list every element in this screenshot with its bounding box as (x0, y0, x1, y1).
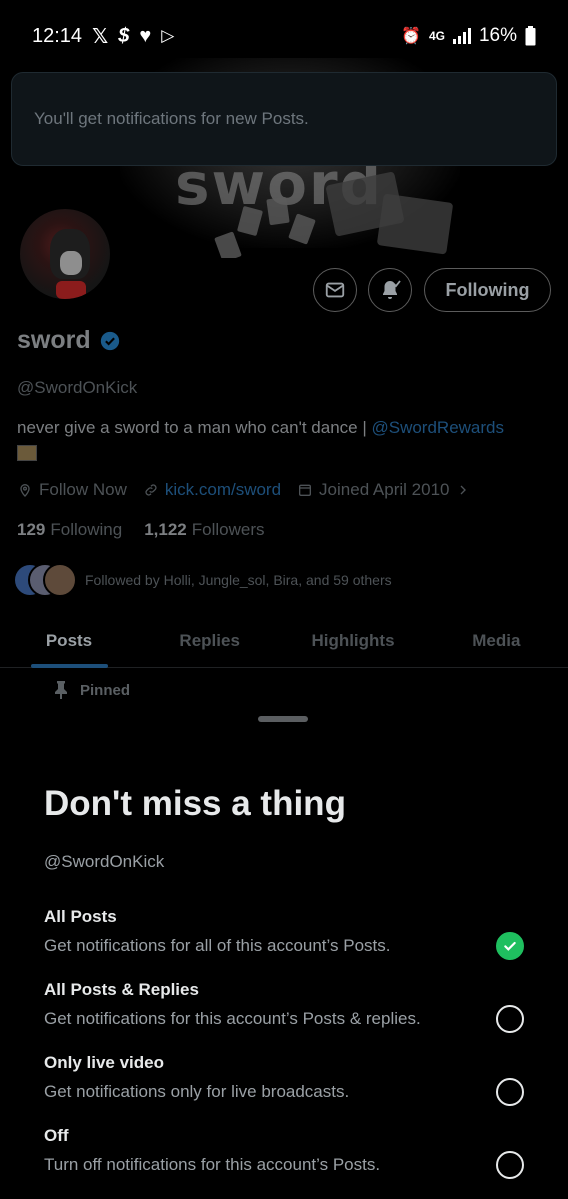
play-store-icon: ▷ (161, 26, 175, 45)
profile-handle: @SwordOnKick (17, 378, 138, 397)
tab-posts[interactable]: Posts (0, 614, 138, 668)
joined-date: Joined April 2010 (297, 480, 471, 500)
calendar-icon (299, 484, 312, 496)
option-off[interactable]: Off Turn off notifications for this acco… (44, 1126, 524, 1186)
toast-notification: You'll get notifications for new Posts. (11, 72, 557, 166)
option-all-posts[interactable]: All Posts Get notifications for all of t… (44, 907, 524, 967)
followed-by[interactable]: Followed by Holli, Jungle_sol, Bira, and… (13, 563, 392, 597)
radio-off[interactable] (496, 1151, 524, 1179)
location: Follow Now (17, 480, 127, 500)
radio-all-posts[interactable] (496, 932, 524, 960)
followers-count[interactable]: 1,122 Followers (144, 520, 264, 540)
heart-icon: ♥ (139, 24, 152, 47)
pinned-label: Pinned (54, 681, 130, 699)
cashapp-icon: $ (118, 24, 130, 47)
radio-only-live-video[interactable] (496, 1078, 524, 1106)
bell-check-icon (383, 280, 401, 299)
notifications-sheet: Don't miss a thing @SwordOnKick All Post… (0, 700, 568, 1199)
following-count[interactable]: 129 Following (17, 520, 122, 540)
radio-all-posts-replies[interactable] (496, 1005, 524, 1033)
network-type: 4G (428, 29, 445, 43)
chevron-right-icon[interactable] (455, 482, 471, 498)
message-button[interactable] (313, 268, 357, 312)
status-bar: 12:14 𝕏 $ ♥ ▷ ⏰ 4G 16% (0, 0, 568, 72)
bio-mention-link[interactable]: @SwordRewards (371, 418, 504, 437)
profile-tabs: Posts Replies Highlights Media (0, 614, 568, 668)
tab-media[interactable]: Media (425, 614, 568, 667)
profile-avatar[interactable] (17, 206, 113, 302)
battery-percent: 16% (478, 25, 517, 46)
website[interactable]: kick.com/sword (143, 480, 281, 500)
check-icon (504, 941, 516, 951)
bio-emoji (17, 444, 37, 461)
option-all-posts-replies[interactable]: All Posts & Replies Get notifications fo… (44, 980, 524, 1040)
mail-icon (325, 282, 345, 298)
status-time: 12:14 (32, 24, 83, 47)
notifications-button[interactable] (368, 268, 412, 312)
avatar (43, 563, 77, 597)
profile-bio: never give a sword to a man who can't da… (17, 417, 557, 461)
verified-badge-icon (100, 331, 119, 350)
option-only-live-video[interactable]: Only live video Get notifications only f… (44, 1053, 524, 1113)
signal-icon (452, 28, 471, 44)
x-app-icon: 𝕏 (92, 25, 109, 48)
profile-name: sword (17, 326, 91, 354)
link-icon (145, 484, 157, 496)
following-button[interactable]: Following (424, 268, 551, 312)
alarm-lock-icon: ⏰ (401, 28, 421, 45)
sheet-handle: @SwordOnKick (44, 852, 165, 871)
pin-icon (55, 681, 67, 699)
tab-highlights[interactable]: Highlights (281, 614, 424, 667)
tab-replies[interactable]: Replies (138, 614, 281, 667)
sheet-title: Don't miss a thing (44, 784, 346, 823)
location-pin-icon (20, 484, 30, 497)
battery-icon (525, 26, 536, 46)
sheet-drag-handle[interactable] (258, 716, 308, 722)
